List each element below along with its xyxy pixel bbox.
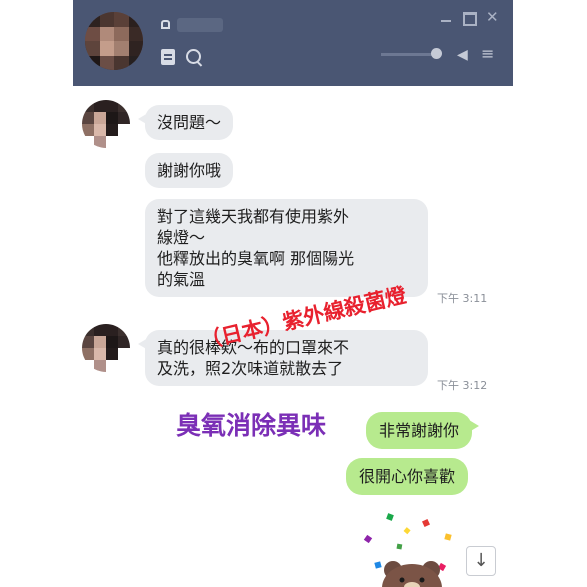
overlay-caption-ozone: 臭氧消除異味 xyxy=(176,411,327,440)
message-time: 下午 3:12 xyxy=(437,379,488,392)
chat-header: ✕ ◀ ≡ xyxy=(73,0,513,86)
close-icon[interactable]: ✕ xyxy=(486,10,499,25)
message-list[interactable]: 沒問題～ 謝謝你哦 對了這幾天我都有使用紫外 線燈～ 他釋放出的臭氧啊 那個陽光… xyxy=(73,86,513,587)
bear-sticker[interactable] xyxy=(353,506,463,587)
contact-name-blurred xyxy=(177,18,223,32)
lock-icon xyxy=(161,20,170,29)
friend-avatar[interactable] xyxy=(82,100,130,148)
minimize-icon[interactable] xyxy=(441,20,451,22)
maximize-icon[interactable] xyxy=(463,12,477,26)
friend-message: 謝謝你哦 xyxy=(145,153,234,188)
friend-message: 真的很棒欸～布的口罩來不 及洗，照2次味道就散去了 xyxy=(138,330,428,386)
my-message: 很開心你喜歡 xyxy=(346,458,469,495)
friend-message: 沒問題～ xyxy=(137,105,234,140)
chat-window: ✕ ◀ ≡ 沒問題～ 謝謝你哦 對了這幾天我都有使用紫外 線燈～ 他釋放出的臭氧… xyxy=(73,0,513,587)
search-icon[interactable] xyxy=(186,49,201,64)
friend-avatar[interactable] xyxy=(82,324,130,372)
contact-avatar[interactable] xyxy=(85,12,143,70)
message-time: 下午 3:11 xyxy=(437,292,488,305)
scroll-to-bottom-button[interactable]: ↓ xyxy=(466,546,496,576)
volume-slider-knob[interactable] xyxy=(431,48,442,59)
notes-icon[interactable] xyxy=(161,49,175,65)
speaker-icon[interactable]: ◀ xyxy=(457,47,468,63)
menu-icon[interactable]: ≡ xyxy=(481,44,494,63)
my-message: 非常謝謝你 xyxy=(366,412,480,449)
